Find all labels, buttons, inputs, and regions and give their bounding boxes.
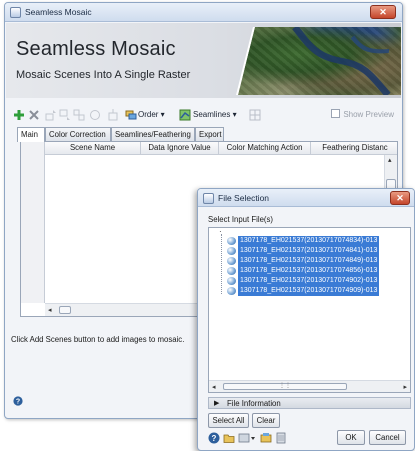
file-name: 1307178_EH021537(20130717074834)-013 <box>238 236 380 246</box>
scroll-left-arrow-icon[interactable]: ◂ <box>212 383 216 391</box>
dialog-titlebar[interactable]: File Selection ✕ <box>198 189 414 207</box>
help-icon[interactable]: ? <box>13 396 23 406</box>
scroll-right-arrow-icon[interactable]: ▸ <box>403 383 407 391</box>
database-icon[interactable] <box>275 432 287 444</box>
file-name: 1307178_EH021537(20130717074856)-013 <box>238 266 380 276</box>
file-list-scroll-thumb[interactable]: ⋮⋮ <box>223 383 347 390</box>
tab-color-correction[interactable]: Color Correction <box>45 127 111 141</box>
file-name: 1307178_EH021537(20130717074849)-013 <box>238 256 380 266</box>
file-selection-dialog: File Selection ✕ Select Input File(s) · … <box>197 188 415 451</box>
remove-icon[interactable] <box>28 109 40 121</box>
row-header-column <box>21 142 45 303</box>
main-toolbar: Order ▾ Seamlines ▾ Show Preview <box>13 107 398 123</box>
raster-file-icon <box>227 267 236 275</box>
dialog-close-button[interactable]: ✕ <box>390 191 410 205</box>
show-preview-checkbox[interactable] <box>331 109 341 118</box>
tree-connector <box>221 234 222 294</box>
order-dropdown[interactable]: Order ▾ <box>138 107 165 123</box>
order-icon[interactable] <box>125 109 137 121</box>
banner-heading: Seamless Mosaic <box>16 38 176 60</box>
app-icon <box>10 7 21 18</box>
show-preview-toggle[interactable]: Show Preview <box>331 109 394 119</box>
dialog-app-icon <box>203 193 214 204</box>
scroll-up-arrow-icon[interactable]: ▴ <box>388 156 392 164</box>
column-header-feathering-distance[interactable]: Feathering Distanc <box>311 142 399 155</box>
open-remote-dropdown-icon[interactable] <box>238 432 256 444</box>
select-input-label: Select Input File(s) <box>208 215 273 224</box>
svg-text:?: ? <box>212 434 217 443</box>
main-titlebar[interactable]: Seamless Mosaic ✕ <box>5 3 402 22</box>
tab-export[interactable]: Export <box>195 127 224 141</box>
file-name: 1307178_EH021537(20130717074902)-013 <box>238 276 380 286</box>
clear-button[interactable]: Clear <box>252 413 280 428</box>
file-list[interactable]: · 1307178_EH021537(20130717074834)-013 1… <box>208 227 411 393</box>
select-all-button[interactable]: Select All <box>208 413 249 428</box>
help-icon[interactable]: ? <box>208 432 220 444</box>
file-list-horizontal-scrollbar[interactable]: ◂ ⋮⋮ ▸ <box>209 380 410 392</box>
grid-icon <box>249 109 261 121</box>
dialog-title: File Selection <box>218 193 270 203</box>
file-name: 1307178_EH021537(20130717074841)-013 <box>238 246 380 256</box>
move-up-icon <box>45 110 56 121</box>
tab-seamlines-feathering[interactable]: Seamlines/Feathering <box>111 127 195 141</box>
column-header-scene-name[interactable]: Scene Name <box>45 142 141 155</box>
raster-file-icon <box>227 257 236 265</box>
scroll-left-arrow-icon[interactable]: ◂ <box>48 306 52 314</box>
satellite-image <box>236 27 401 95</box>
raster-file-icon <box>227 277 236 285</box>
stack-icon <box>108 109 118 121</box>
seamlines-icon[interactable] <box>179 109 191 121</box>
column-header-data-ignore-value[interactable]: Data Ignore Value <box>141 142 219 155</box>
window-title: Seamless Mosaic <box>25 7 92 17</box>
data-manager-icon[interactable] <box>260 432 272 444</box>
move-down-icon <box>59 109 70 120</box>
svg-text:?: ? <box>16 399 20 406</box>
main-close-button[interactable]: ✕ <box>370 5 396 19</box>
footprint-icon <box>90 110 100 120</box>
expand-triangle-icon: ▶ <box>214 400 220 407</box>
group-icon <box>73 109 85 121</box>
tree-root-node: · <box>219 227 222 236</box>
show-preview-label: Show Preview <box>343 110 394 119</box>
tab-main[interactable]: Main <box>17 127 45 142</box>
add-scenes-icon[interactable] <box>13 109 25 121</box>
raster-file-icon <box>227 237 236 245</box>
river-shape <box>292 27 391 95</box>
file-name: 1307178_EH021537(20130717074909)-013 <box>238 286 380 296</box>
banner-subheading: Mosaic Scenes Into A Single Raster <box>16 69 191 81</box>
cancel-button[interactable]: Cancel <box>369 430 406 445</box>
horizontal-scroll-thumb[interactable] <box>59 306 71 314</box>
open-folder-icon[interactable] <box>223 432 235 444</box>
file-information-expander[interactable]: ▶ File Information <box>208 397 411 409</box>
column-header-color-matching-action[interactable]: Color Matching Action <box>219 142 311 155</box>
seamlines-dropdown[interactable]: Seamlines ▾ <box>193 107 237 123</box>
status-message: Click Add Scenes button to add images to… <box>11 335 185 344</box>
table-header: Scene Name Data Ignore Value Color Match… <box>45 142 397 155</box>
raster-file-icon <box>227 287 236 295</box>
file-information-label: File Information <box>227 399 281 408</box>
ok-button[interactable]: OK <box>337 430 365 445</box>
banner: Seamless Mosaic Mosaic Scenes Into A Sin… <box>6 23 401 98</box>
raster-file-icon <box>227 247 236 255</box>
